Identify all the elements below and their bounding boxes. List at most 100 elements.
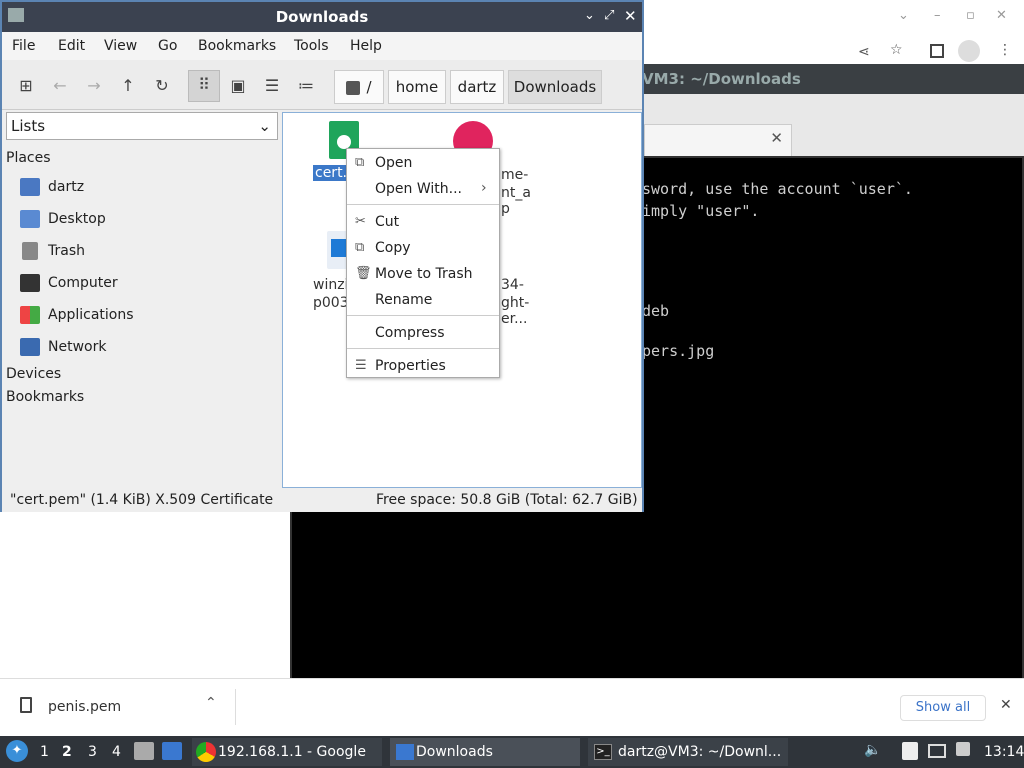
task-label: dartz@VM3: ~/Downl... xyxy=(618,744,782,760)
task-chrome[interactable]: 192.168.1.1 - Google ... xyxy=(192,738,382,768)
desktop-icon xyxy=(20,210,40,228)
breadcrumb-dartz[interactable]: dartz xyxy=(450,70,504,104)
file-label-line: winzi xyxy=(313,277,349,293)
file-manager-window: Downloads ⌄ ⤢ ✕ File Edit View Go Bookma… xyxy=(0,0,644,512)
file-manager-launcher-icon[interactable] xyxy=(134,742,154,760)
maximize-icon[interactable]: ⤢ xyxy=(604,8,614,23)
minimize-icon[interactable]: ⌄ xyxy=(584,8,595,23)
clipboard-icon[interactable] xyxy=(902,742,918,760)
terminal-line: imply "user". xyxy=(642,202,760,220)
menu-tools[interactable]: Tools xyxy=(294,38,329,54)
chevron-down-icon[interactable]: ⌄ xyxy=(898,8,909,23)
chrome-icon xyxy=(196,742,216,762)
back-icon[interactable]: ← xyxy=(46,72,74,100)
terminal-line: deb xyxy=(642,302,670,320)
menu-separator xyxy=(347,348,499,349)
seal-icon xyxy=(337,135,351,149)
chevron-right-icon: › xyxy=(481,180,487,196)
star-icon[interactable]: ☆ xyxy=(890,42,903,58)
context-menu: ⧉ Open Open With... › ✂ Cut ⧉ Copy 🗑 Move to … xyxy=(346,148,500,378)
restore-icon[interactable]: ▫ xyxy=(966,8,975,23)
file-label-line: nt_a xyxy=(501,185,531,201)
sidebar-item-trash[interactable]: Trash xyxy=(20,242,85,260)
close-tab-icon[interactable]: ✕ xyxy=(770,129,783,147)
workspace-4[interactable]: 4 xyxy=(112,744,121,760)
workspace-3[interactable]: 3 xyxy=(88,744,97,760)
terminal-icon: >_ xyxy=(594,744,612,760)
breadcrumb-home[interactable]: home xyxy=(388,70,446,104)
sidebar: Lists ⌄ Places dartz Desktop Trash Compu… xyxy=(2,110,280,490)
reload-icon[interactable]: ↻ xyxy=(148,72,176,100)
sidebar-item-applications[interactable]: Applications xyxy=(20,306,134,324)
task-terminal[interactable]: >_ dartz@VM3: ~/Downl... xyxy=(588,738,788,766)
menu-item-compress[interactable]: Compress xyxy=(347,321,499,345)
menu-go[interactable]: Go xyxy=(158,38,177,54)
menu-item-cut[interactable]: ✂ Cut xyxy=(347,210,499,234)
terminal-tab[interactable]: ✕ xyxy=(644,124,792,156)
start-menu-icon[interactable]: ✦ xyxy=(6,740,28,762)
download-item-name[interactable]: penis.pem xyxy=(48,699,121,715)
thumbnail-view-icon[interactable]: ▣ xyxy=(224,72,252,100)
minimize-icon[interactable]: – xyxy=(934,8,941,23)
menu-item-copy[interactable]: ⧉ Copy xyxy=(347,236,499,260)
menu-item-rename[interactable]: Rename xyxy=(347,288,499,312)
menu-view[interactable]: View xyxy=(104,38,137,54)
breadcrumb-root[interactable]: / xyxy=(334,70,384,104)
menu-item-open-with[interactable]: Open With... › xyxy=(347,177,499,201)
file-label-line: p003 xyxy=(313,295,349,311)
desktop-launcher-icon[interactable] xyxy=(162,742,182,760)
show-all-button[interactable]: Show all xyxy=(900,695,986,721)
open-icon: ⧉ xyxy=(355,155,365,170)
file-icon xyxy=(20,697,32,713)
clock[interactable]: 13:14 xyxy=(984,744,1024,760)
menu-help[interactable]: Help xyxy=(350,38,382,54)
trash-icon xyxy=(22,242,38,260)
properties-icon: ☰ xyxy=(355,358,367,373)
share-icon[interactable]: ⋖ xyxy=(858,44,870,60)
menu-item-move-to-trash[interactable]: 🗑 Move to Trash xyxy=(347,262,499,286)
network-icon[interactable] xyxy=(928,744,946,758)
profile-icon[interactable] xyxy=(958,40,980,62)
devices-header: Devices xyxy=(6,366,62,382)
sidebar-item-network[interactable]: Network xyxy=(20,338,106,356)
computer-icon xyxy=(20,274,40,292)
sidebar-item-computer[interactable]: Computer xyxy=(20,274,118,292)
menu-edit[interactable]: Edit xyxy=(58,38,85,54)
task-file-manager[interactable]: Downloads xyxy=(390,738,580,766)
menu-separator xyxy=(347,315,499,316)
menu-item-open[interactable]: ⧉ Open xyxy=(347,151,499,175)
new-window-icon[interactable]: ⊞ xyxy=(12,72,40,100)
menu-bookmarks[interactable]: Bookmarks xyxy=(198,38,276,54)
download-bar: penis.pem ⌃ Show all ✕ xyxy=(0,678,1024,736)
sidebar-item-desktop[interactable]: Desktop xyxy=(20,210,106,228)
close-icon[interactable]: ✕ xyxy=(624,7,637,25)
toolbar: ⊞ ← → ↑ ↻ ⠿ ▣ ☰ ≔ / home dartz Downloads xyxy=(2,60,642,110)
terminal-title: VM3: ~/Downloads xyxy=(640,64,1024,94)
sidebar-item-dartz[interactable]: dartz xyxy=(20,178,84,196)
folder-icon xyxy=(396,744,414,760)
menu-item-properties[interactable]: ☰ Properties xyxy=(347,354,499,378)
workspace-2[interactable]: 2 xyxy=(62,744,72,760)
close-icon[interactable]: ✕ xyxy=(996,8,1007,23)
sidepanel-icon[interactable] xyxy=(930,44,944,58)
notification-icon[interactable] xyxy=(956,742,970,756)
icon-view-icon[interactable]: ⠿ xyxy=(188,70,220,102)
compact-view-icon[interactable]: ☰ xyxy=(258,72,286,100)
breadcrumb-downloads[interactable]: Downloads xyxy=(508,70,602,104)
menu-file[interactable]: File xyxy=(12,38,35,54)
chevron-up-icon[interactable]: ⌃ xyxy=(205,695,217,711)
workspace-1[interactable]: 1 xyxy=(40,744,49,760)
kebab-menu-icon[interactable]: ⋮ xyxy=(998,42,1012,58)
volume-icon[interactable]: 🔈 xyxy=(864,742,881,758)
side-pane-label: Lists xyxy=(11,117,46,135)
forward-icon[interactable]: → xyxy=(80,72,108,100)
file-label-line: 34- xyxy=(501,277,524,293)
detailed-view-icon[interactable]: ≔ xyxy=(292,72,320,100)
side-pane-selector[interactable]: Lists ⌄ xyxy=(6,112,278,140)
home-folder-icon xyxy=(20,178,40,196)
terminal-line: sword, use the account `user`. xyxy=(642,180,913,198)
up-icon[interactable]: ↑ xyxy=(114,72,142,100)
status-bar: "cert.pem" (1.4 KiB) X.509 Certificate F… xyxy=(2,490,642,512)
close-icon[interactable]: ✕ xyxy=(1000,697,1012,713)
divider xyxy=(235,689,236,725)
